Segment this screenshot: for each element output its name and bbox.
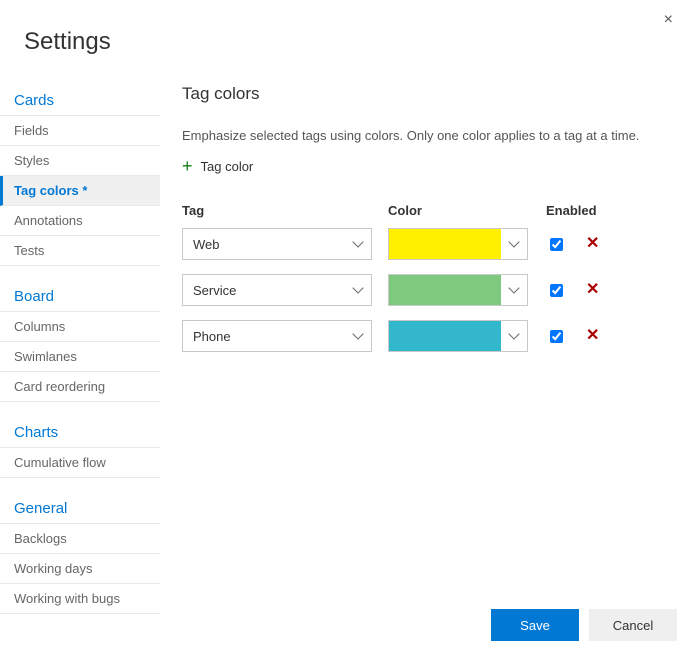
- sidebar-item-working-with-bugs[interactable]: Working with bugs: [0, 584, 160, 614]
- add-button-label: Tag color: [201, 159, 254, 174]
- sidebar-item-swimlanes[interactable]: Swimlanes: [0, 342, 160, 372]
- page-title: Tag colors: [182, 84, 671, 104]
- table-header: Tag Color Enabled: [182, 203, 671, 218]
- tag-value: Web: [193, 237, 220, 252]
- chevron-down-icon: [509, 285, 519, 295]
- sidebar-item-fields[interactable]: Fields: [0, 116, 160, 146]
- sidebar-item-backlogs[interactable]: Backlogs: [0, 524, 160, 554]
- col-header-tag: Tag: [182, 203, 388, 218]
- color-select[interactable]: [388, 228, 528, 260]
- sidebar-item-cumulative-flow[interactable]: Cumulative flow: [0, 448, 160, 478]
- table-row: Service ✕: [182, 274, 671, 306]
- delete-icon[interactable]: ✕: [586, 282, 599, 298]
- color-swatch: [389, 229, 501, 259]
- chevron-down-icon: [509, 331, 519, 341]
- sidebar-item-working-days[interactable]: Working days: [0, 554, 160, 584]
- dialog-title: Settings: [0, 0, 691, 80]
- main-panel: Tag colors Emphasize selected tags using…: [160, 80, 691, 599]
- tag-value: Service: [193, 283, 236, 298]
- chevron-down-icon: [509, 239, 519, 249]
- enabled-checkbox[interactable]: [550, 284, 563, 297]
- chevron-down-icon: [353, 331, 363, 341]
- color-swatch: [389, 321, 501, 351]
- enabled-checkbox[interactable]: [550, 238, 563, 251]
- table-row: Phone ✕: [182, 320, 671, 352]
- col-header-color: Color: [388, 203, 546, 218]
- cancel-button[interactable]: Cancel: [589, 609, 677, 641]
- close-icon[interactable]: ×: [664, 12, 673, 28]
- sidebar-section-board: Board: [0, 280, 160, 312]
- color-select[interactable]: [388, 320, 528, 352]
- tag-value: Phone: [193, 329, 231, 344]
- save-button[interactable]: Save: [491, 609, 579, 641]
- sidebar-section-charts: Charts: [0, 416, 160, 448]
- sidebar-item-styles[interactable]: Styles: [0, 146, 160, 176]
- tag-select[interactable]: Web: [182, 228, 372, 260]
- sidebar: CardsFieldsStylesTag colors *Annotations…: [0, 80, 160, 599]
- table-row: Web ✕: [182, 228, 671, 260]
- add-tag-color-button[interactable]: + Tag color: [182, 157, 671, 175]
- tag-select[interactable]: Service: [182, 274, 372, 306]
- sidebar-item-annotations[interactable]: Annotations: [0, 206, 160, 236]
- delete-icon[interactable]: ✕: [586, 328, 599, 344]
- color-select[interactable]: [388, 274, 528, 306]
- page-description: Emphasize selected tags using colors. On…: [182, 128, 671, 143]
- sidebar-item-tests[interactable]: Tests: [0, 236, 160, 266]
- sidebar-item-columns[interactable]: Columns: [0, 312, 160, 342]
- sidebar-item-tag-colors[interactable]: Tag colors *: [0, 176, 160, 206]
- tag-select[interactable]: Phone: [182, 320, 372, 352]
- plus-icon: +: [182, 157, 193, 175]
- sidebar-item-card-reordering[interactable]: Card reordering: [0, 372, 160, 402]
- col-header-enabled: Enabled: [546, 203, 606, 218]
- chevron-down-icon: [353, 239, 363, 249]
- dialog-footer: Save Cancel: [491, 609, 677, 641]
- delete-icon[interactable]: ✕: [586, 236, 599, 252]
- enabled-checkbox[interactable]: [550, 330, 563, 343]
- color-swatch: [389, 275, 501, 305]
- sidebar-section-cards: Cards: [0, 84, 160, 116]
- chevron-down-icon: [353, 285, 363, 295]
- sidebar-section-general: General: [0, 492, 160, 524]
